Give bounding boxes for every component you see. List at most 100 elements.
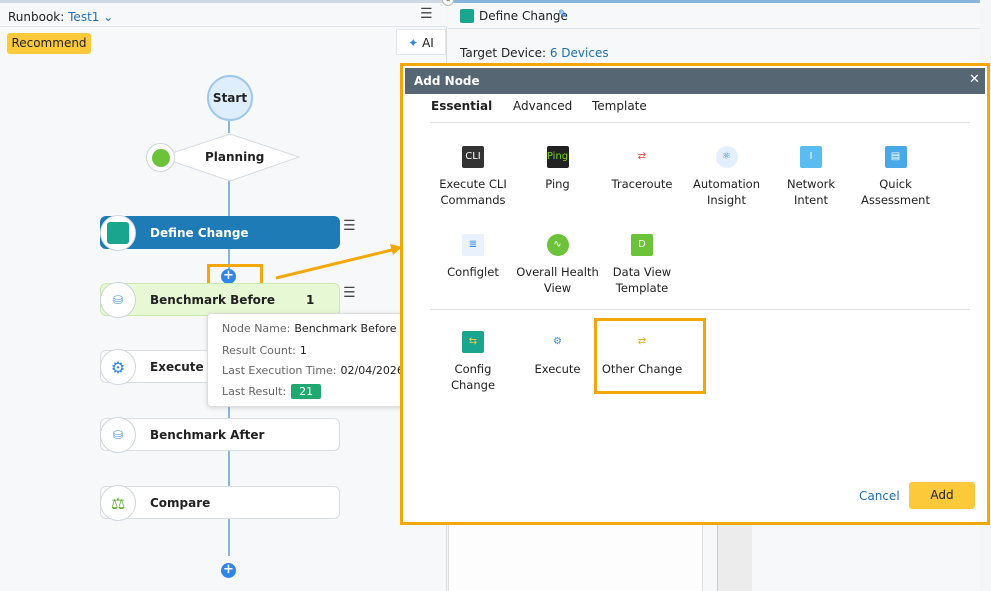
node-type-label: Intent <box>793 193 829 207</box>
node-type-label: Insight <box>707 193 746 207</box>
add-node-plus-icon[interactable]: + <box>221 563 236 578</box>
scale-icon: ⚖ <box>100 485 136 521</box>
edit-pencil-icon[interactable]: ✎ <box>558 7 568 21</box>
node-label: Execute <box>150 360 204 374</box>
node-compare[interactable]: ⚖ Compare <box>100 485 340 521</box>
node-type-label: Config <box>454 362 492 376</box>
node-type-label: Automation <box>693 177 760 191</box>
document-icon: ≣ <box>462 234 484 256</box>
tooltip-value: Benchmark Before <box>294 322 397 335</box>
node-type-label: Template <box>615 281 669 295</box>
dialog-header: Add Node ✕ <box>405 68 985 94</box>
node-type-traceroute[interactable]: ⇄ Traceroute <box>600 146 684 192</box>
hamburger-menu-icon[interactable]: ☰ <box>420 6 433 22</box>
target-label: Target Device: <box>460 46 547 60</box>
tab-essential[interactable]: Essential <box>431 99 492 113</box>
runbook-label: Runbook: <box>8 10 65 24</box>
node-type-config-change[interactable]: ⇆ Config Change <box>431 331 515 393</box>
intent-icon: I <box>800 146 822 168</box>
tooltip-label: Last Result: <box>222 385 287 398</box>
gears-icon: ⚙ <box>100 349 136 385</box>
node-type-data-view-template[interactable]: D Data View Template <box>600 234 684 296</box>
tooltip-value: 02/04/2026 02 <box>340 364 404 377</box>
planning-icon <box>146 143 175 172</box>
terminal-icon: CLI <box>462 146 484 168</box>
tooltip-label: Node Name: <box>222 322 291 335</box>
runbook-name: Test1 <box>68 10 100 24</box>
target-device: Target Device: 6 Devices <box>460 46 609 60</box>
target-devices-link[interactable]: 6 Devices <box>550 46 609 60</box>
node-type-label: Execute <box>534 362 581 376</box>
cancel-button[interactable]: Cancel <box>859 489 900 503</box>
close-icon[interactable]: ✕ <box>969 72 980 87</box>
config-change-icon: ⇆ <box>462 331 484 353</box>
dialog-title: Add Node <box>414 74 480 88</box>
traceroute-icon: ⇄ <box>637 151 647 162</box>
node-benchmark-before[interactable]: ⛁ Benchmark Before 1 <box>100 282 340 318</box>
ai-button[interactable]: ✦ AI <box>396 29 446 55</box>
health-icon: ∿ <box>546 234 569 256</box>
node-type-label: Assessment <box>861 193 930 207</box>
detail-title: Define Change <box>479 9 568 23</box>
data-view-icon: D <box>631 234 653 256</box>
tab-advanced[interactable]: Advanced <box>513 99 572 113</box>
result-badge[interactable]: 21 <box>291 384 322 399</box>
config-change-icon <box>460 9 474 23</box>
add-node-dialog: Add Node ✕ Essential Advanced Template C… <box>400 63 990 525</box>
runbook-selector[interactable]: Runbook: Test1 ⌄ <box>8 10 113 24</box>
node-type-label: Configlet <box>447 265 499 279</box>
node-type-label: View <box>543 281 572 295</box>
benchmark-icon: ⛁ <box>100 282 136 318</box>
ping-icon: Ping <box>546 146 569 168</box>
tooltip-value: 1 <box>299 344 307 357</box>
node-type-execute[interactable]: ⚙ Execute <box>516 331 600 377</box>
node-type-label: Commands <box>440 193 506 207</box>
node-type-configlet[interactable]: ≣ Configlet <box>431 234 515 280</box>
node-label: Benchmark After <box>150 428 265 442</box>
tab-template[interactable]: Template <box>592 99 647 113</box>
start-node[interactable]: Start <box>207 75 253 121</box>
add-node-plus-icon[interactable]: + <box>221 269 236 284</box>
node-type-overall-health-view[interactable]: ∿ Overall Health View <box>516 234 600 296</box>
node-type-label: Execute CLI <box>439 177 507 191</box>
node-type-network-intent[interactable]: I Network Intent <box>769 146 853 208</box>
node-type-label: Quick <box>879 177 912 191</box>
node-menu-icon[interactable]: ☰ <box>343 218 356 234</box>
node-menu-icon[interactable]: ☰ <box>343 285 356 301</box>
background-pane <box>448 525 703 591</box>
node-type-label: Data View <box>612 265 672 279</box>
assessment-icon: ▤ <box>884 146 907 168</box>
node-tooltip: Node Name: Benchmark Before Result Count:… <box>207 313 405 407</box>
divider <box>430 309 970 310</box>
tooltip-label: Result Count: <box>222 344 296 357</box>
gears-icon: ⚙ <box>553 336 562 347</box>
connector <box>228 181 230 216</box>
node-benchmark-after[interactable]: ⛁ Benchmark After <box>100 417 340 453</box>
node-type-ping[interactable]: Ping Ping <box>516 146 600 192</box>
pointer-arrow <box>275 244 402 280</box>
node-count: 1 <box>306 293 315 307</box>
config-change-icon <box>100 215 136 251</box>
connector <box>228 121 230 133</box>
tooltip-label: Last Execution Time: <box>222 364 337 377</box>
planning-label: Planning <box>205 150 265 164</box>
detail-header: Define Change ✎ <box>448 0 980 29</box>
node-label: Benchmark Before <box>150 293 275 307</box>
node-label: Compare <box>150 496 211 510</box>
background-pane <box>717 525 752 591</box>
selected-highlight <box>594 318 706 394</box>
node-type-label: Ping <box>545 177 570 191</box>
node-type-quick-assessment[interactable]: ▤ Quick Assessment <box>854 146 938 208</box>
atom-icon: ⚛ <box>715 146 738 168</box>
node-type-execute-cli-commands[interactable]: CLI Execute CLI Commands <box>431 146 515 208</box>
benchmark-icon: ⛁ <box>100 417 136 453</box>
recommend-button[interactable]: Recommend <box>7 33 91 54</box>
node-type-automation-insight[interactable]: ⚛ Automation Insight <box>685 146 769 208</box>
chevron-down-icon: ⌄ <box>103 10 114 24</box>
node-type-label: Overall Health <box>516 265 599 279</box>
node-label: Define Change <box>150 226 249 240</box>
node-type-label: Change <box>450 378 496 392</box>
divider <box>430 122 970 123</box>
add-button[interactable]: Add <box>909 482 975 509</box>
runbook-header: Runbook: Test1 ⌄ ☰ <box>0 0 447 27</box>
